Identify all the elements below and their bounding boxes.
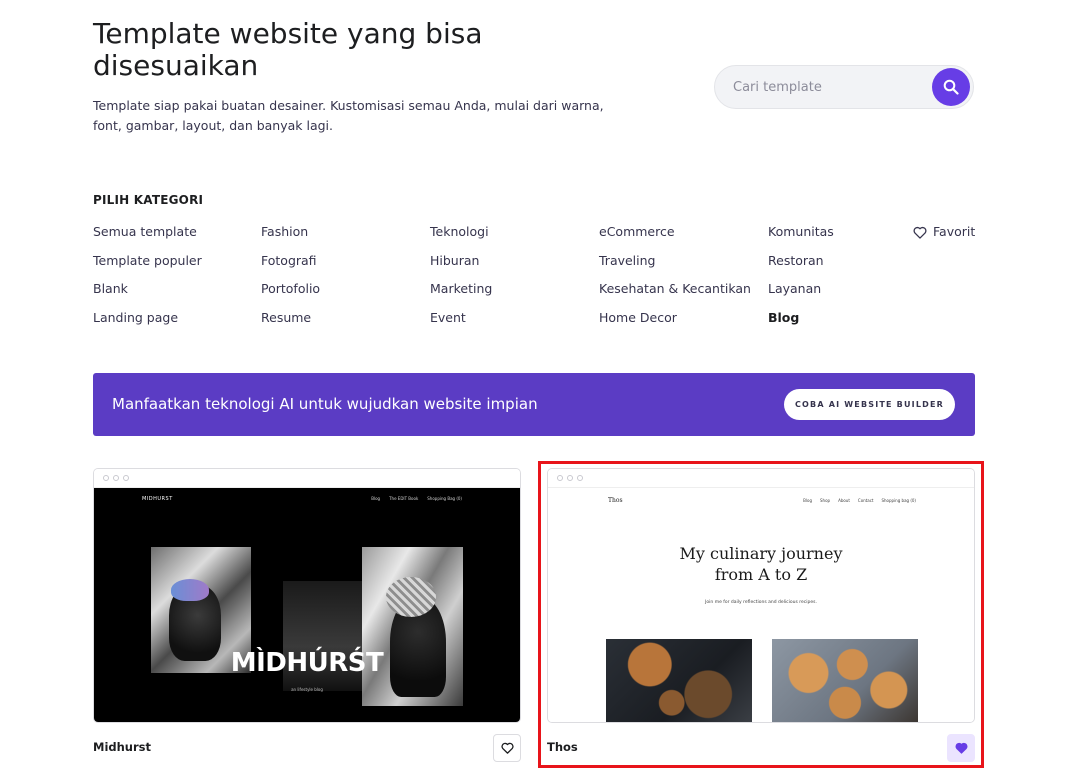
category-link[interactable]: Semua template: [93, 222, 202, 251]
category-link[interactable]: Layanan: [768, 279, 834, 308]
favorites-link[interactable]: Favorit: [913, 222, 975, 242]
category-link-active[interactable]: Blog: [768, 308, 834, 337]
preview-nav: Blog The EDIT Book Shopping Bag (0): [371, 496, 462, 501]
search-button[interactable]: [932, 68, 970, 106]
search-icon: [943, 79, 959, 95]
page-title: Template website yang bisa disesuaikan: [93, 17, 483, 82]
category-link[interactable]: Event: [430, 308, 492, 337]
preview-nav-item: About: [838, 498, 850, 503]
search-input[interactable]: [715, 66, 915, 108]
category-link[interactable]: Portofolio: [261, 279, 320, 308]
preview-photo: [362, 547, 463, 706]
midhurst-preview: MIDHURST Blog The EDIT Book Shopping Bag…: [94, 488, 520, 722]
window-dot-icon: [103, 475, 109, 481]
preview-photo: [606, 639, 752, 722]
page-description: Template siap pakai buatan desainer. Kus…: [93, 98, 604, 133]
favorite-button-active[interactable]: [947, 734, 975, 762]
preview-logo: Thos: [608, 497, 623, 504]
window-dot-icon: [577, 475, 583, 481]
category-link[interactable]: Marketing: [430, 279, 492, 308]
thos-preview: Thos Blog Shop About Contact Shopping ba…: [548, 488, 974, 722]
category-link[interactable]: Blank: [93, 279, 202, 308]
preview-subline: an lifestyle blog: [291, 687, 323, 692]
ai-banner: Manfaatkan teknologi AI untuk wujudkan w…: [93, 373, 975, 436]
preview-headline-line: My culinary journey: [679, 544, 843, 563]
preview-nav: Blog Shop About Contact Shopping bag (0): [803, 498, 916, 503]
window-dot-icon: [557, 475, 563, 481]
category-link[interactable]: Fashion: [261, 222, 320, 251]
template-preview[interactable]: Thos Blog Shop About Contact Shopping ba…: [547, 468, 975, 723]
category-column: Fashion Fotografi Portofolio Resume: [261, 222, 320, 337]
ai-builder-button[interactable]: COBA AI WEBSITE BUILDER: [784, 389, 955, 420]
category-column: Semua template Template populer Blank La…: [93, 222, 202, 337]
favorites-label: Favorit: [933, 224, 976, 239]
browser-bar: [94, 469, 520, 488]
browser-bar: [548, 469, 974, 488]
category-column: Komunitas Restoran Layanan Blog: [768, 222, 834, 337]
preview-headline-line: from A to Z: [714, 565, 808, 584]
category-link[interactable]: Restoran: [768, 251, 834, 280]
preview-nav-item: The EDIT Book: [389, 496, 419, 501]
category-link[interactable]: Template populer: [93, 251, 202, 280]
category-link[interactable]: Traveling: [599, 251, 751, 280]
category-link[interactable]: Teknologi: [430, 222, 492, 251]
category-link[interactable]: Kesehatan & Kecantikan: [599, 279, 751, 308]
template-card[interactable]: MIDHURST Blog The EDIT Book Shopping Bag…: [93, 468, 521, 762]
preview-logo: MIDHURST: [142, 496, 173, 502]
preview-photo: [772, 639, 918, 722]
category-link[interactable]: Hiburan: [430, 251, 492, 280]
window-dot-icon: [123, 475, 129, 481]
preview-headline: MÌDHÚRŚT: [230, 648, 384, 678]
preview-nav-item: Shopping Bag (0): [427, 496, 462, 501]
category-column: Teknologi Hiburan Marketing Event: [430, 222, 492, 337]
preview-nav-item: Blog: [371, 496, 381, 501]
category-heading: PILIH KATEGORI: [93, 193, 204, 207]
heart-filled-icon: [955, 742, 967, 754]
preview-nav-item: Shop: [820, 498, 831, 503]
banner-text: Manfaatkan teknologi AI untuk wujudkan w…: [112, 395, 538, 413]
category-column: eCommerce Traveling Kesehatan & Kecantik…: [599, 222, 751, 337]
category-link[interactable]: Komunitas: [768, 222, 834, 251]
template-preview[interactable]: MIDHURST Blog The EDIT Book Shopping Bag…: [93, 468, 521, 723]
template-name: Thos: [547, 740, 578, 754]
preview-headline: My culinary journey from A to Z: [548, 543, 974, 585]
window-dot-icon: [113, 475, 119, 481]
category-link[interactable]: Fotografi: [261, 251, 320, 280]
preview-nav-item: Blog: [803, 498, 813, 503]
window-dot-icon: [567, 475, 573, 481]
category-link[interactable]: Home Decor: [599, 308, 751, 337]
preview-nav-item: Contact: [857, 498, 874, 503]
template-name: Midhurst: [93, 740, 152, 754]
search-bar: [714, 65, 974, 109]
template-card[interactable]: Thos Blog Shop About Contact Shopping ba…: [547, 468, 975, 762]
category-link[interactable]: Resume: [261, 308, 320, 337]
favorite-button[interactable]: [493, 734, 521, 762]
preview-subline: Join me for daily reflections and delici…: [705, 600, 817, 605]
heart-outline-icon: [913, 226, 927, 239]
heart-outline-icon: [500, 742, 514, 754]
category-link[interactable]: Landing page: [93, 308, 202, 337]
preview-nav-item: Shopping bag (0): [881, 498, 916, 503]
category-link[interactable]: eCommerce: [599, 222, 751, 251]
